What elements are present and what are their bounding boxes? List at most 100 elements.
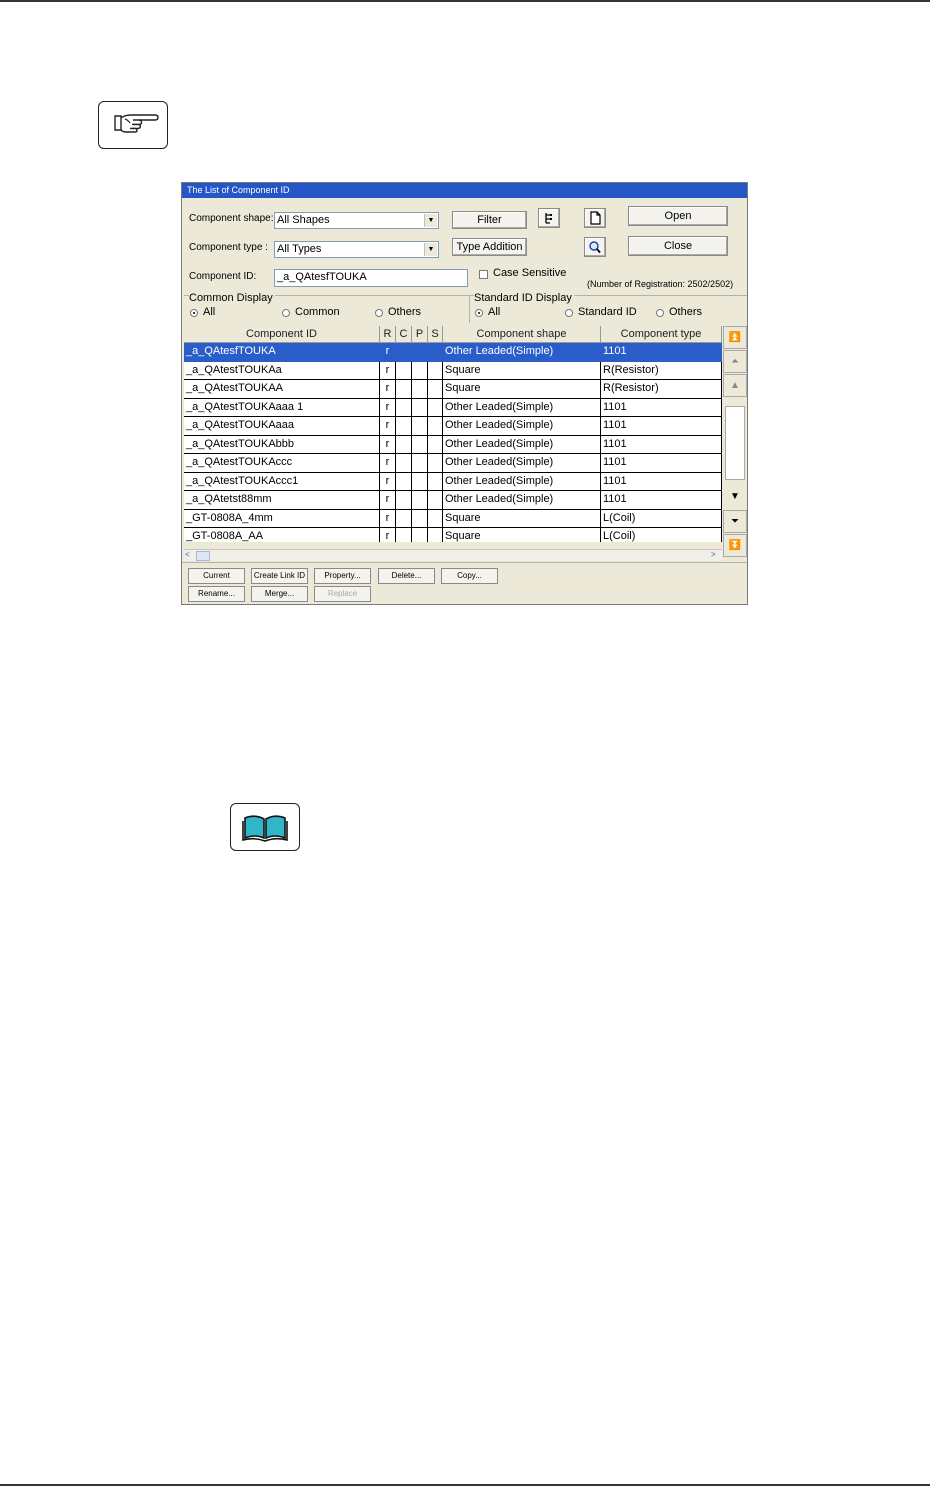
search-button[interactable] [584, 237, 606, 257]
new-button[interactable] [584, 208, 606, 228]
component-id-list-dialog: The List of Component ID Component shape… [181, 182, 748, 605]
component-shape-cell: Other Leaded(Simple) [443, 454, 601, 473]
p-cell [412, 528, 428, 542]
p-cell [412, 491, 428, 510]
component-type-cell: 1101 [601, 472, 722, 491]
component-shape-select[interactable]: All Shapes ▼ [274, 212, 439, 229]
c-cell [396, 398, 412, 417]
s-cell [428, 380, 443, 399]
table-row[interactable]: _a_QAtestTOUKAaaa r Other Leaded(Simple) 11… [184, 417, 722, 436]
table-row[interactable]: _GT-0808A_4mm r Square L(Coil) [184, 509, 722, 528]
create-link-id-button[interactable]: Create Link ID [251, 568, 308, 584]
standard-all-radio[interactable] [475, 309, 483, 317]
s-cell [428, 417, 443, 436]
component-type-label: Component type : [189, 242, 268, 253]
record-navigation: ⏫ ⏶ ▲ ▼ ⏷ ⏬ [723, 326, 747, 560]
new-document-icon [590, 211, 601, 225]
component-id-cell: _a_QAtestTOUKAccc [184, 454, 380, 473]
col-header-p[interactable]: P [412, 326, 428, 343]
standard-id-label: Standard ID [578, 306, 637, 318]
standard-others-radio[interactable] [656, 309, 664, 317]
dropdown-arrow-icon[interactable]: ▼ [424, 214, 437, 227]
s-cell [428, 509, 443, 528]
page-down-icon[interactable]: ⏷ [723, 510, 747, 533]
col-header-component-shape[interactable]: Component shape [443, 326, 601, 343]
col-header-r[interactable]: R [380, 326, 396, 343]
col-header-c[interactable]: C [396, 326, 412, 343]
standard-id-radio[interactable] [565, 309, 573, 317]
table-row[interactable]: _a_QAtestTOUKAaaa 1 r Other Leaded(Simple)… [184, 398, 722, 417]
open-button[interactable]: Open [628, 206, 728, 226]
filter-button[interactable]: Filter [452, 211, 527, 229]
current-button[interactable]: Current [188, 568, 245, 584]
book-icon [230, 803, 300, 851]
type-addition-button[interactable]: Type Addition [452, 238, 527, 256]
s-cell [428, 528, 443, 542]
tree-view-button[interactable] [538, 208, 560, 228]
scroll-right-icon[interactable]: > [711, 550, 721, 560]
common-all-radio[interactable] [190, 309, 198, 317]
c-cell [396, 528, 412, 542]
standard-all-label: All [488, 306, 501, 318]
component-id-input[interactable]: _a_QAtesfTOUKA [274, 269, 468, 287]
page-up-icon[interactable]: ⏶ [723, 350, 747, 373]
table-row[interactable]: _a_QAtetst88mm r Other Leaded(Simple) 1101 [184, 491, 722, 510]
component-id-cell: _a_QAtestTOUKAaaa [184, 417, 380, 436]
table-row[interactable]: _GT-0808A_AA r Square L(Coil) [184, 528, 722, 542]
p-cell [412, 398, 428, 417]
s-cell [428, 343, 443, 362]
r-cell: r [380, 454, 396, 473]
scroll-left-icon[interactable]: < [185, 550, 195, 560]
step-up-icon[interactable]: ▲ [723, 374, 747, 397]
table-row[interactable]: _a_QAtestTOUKAccc r Other Leaded(Simple) 11… [184, 454, 722, 473]
replace-button[interactable]: Replace [314, 586, 371, 602]
vertical-scroll-track[interactable] [725, 406, 745, 480]
component-id-cell: _a_QAtestTOUKAccc1 [184, 472, 380, 491]
component-id-cell: _a_QAtesfTOUKA [184, 343, 380, 362]
component-type-cell: 1101 [601, 417, 722, 436]
component-type-select[interactable]: All Types ▼ [274, 241, 439, 258]
horizontal-scroll-thumb[interactable] [196, 551, 210, 561]
component-type-value: All Types [277, 243, 322, 255]
component-shape-cell: Other Leaded(Simple) [443, 435, 601, 454]
s-cell [428, 472, 443, 491]
table-row[interactable]: _a_QAtestTOUKAA r Square R(Resistor) [184, 380, 722, 399]
common-display-title: Common Display [189, 292, 275, 304]
table-row[interactable]: _a_QAtesfTOUKA r Other Leaded(Simple) 1101 [184, 343, 722, 362]
horizontal-scrollbar[interactable]: < > [184, 549, 722, 561]
table-row[interactable]: _a_QAtestTOUKAbbb r Other Leaded(Simple) 11… [184, 435, 722, 454]
case-sensitive-checkbox[interactable] [479, 270, 488, 279]
copy-button[interactable]: Copy... [441, 568, 498, 584]
magnifier-icon [589, 241, 601, 254]
rename-button[interactable]: Rename... [188, 586, 245, 602]
open-label: Open [664, 210, 692, 222]
col-header-s[interactable]: S [428, 326, 443, 343]
component-type-cell: 1101 [601, 435, 722, 454]
component-type-cell: L(Coil) [601, 528, 722, 542]
r-cell: r [380, 472, 396, 491]
c-cell [396, 491, 412, 510]
step-down-icon[interactable]: ▼ [723, 486, 747, 509]
table-row[interactable]: _a_QAtestTOUKAa r Square R(Resistor) [184, 361, 722, 380]
r-cell: r [380, 361, 396, 380]
component-shape-cell: Square [443, 361, 601, 380]
c-cell [396, 472, 412, 491]
common-others-radio[interactable] [375, 309, 383, 317]
component-type-cell: 1101 [601, 454, 722, 473]
table-row[interactable]: _a_QAtestTOUKAccc1 r Other Leaded(Simple) 1… [184, 472, 722, 491]
registration-count: (Number of Registration: 2502/2502) [587, 279, 734, 289]
property-button[interactable]: Property... [314, 568, 371, 584]
col-header-component-id[interactable]: Component ID [184, 326, 380, 343]
delete-button[interactable]: Delete... [378, 568, 435, 584]
component-shape-label: Component shape: [189, 213, 274, 224]
col-header-component-type[interactable]: Component type [601, 326, 722, 343]
merge-button[interactable]: Merge... [251, 586, 308, 602]
close-button[interactable]: Close [628, 236, 728, 256]
dropdown-arrow-icon[interactable]: ▼ [424, 243, 437, 256]
common-common-radio[interactable] [282, 309, 290, 317]
s-cell [428, 435, 443, 454]
component-id-cell: _a_QAtestTOUKAA [184, 380, 380, 399]
jump-last-icon[interactable]: ⏬ [723, 534, 747, 557]
component-shape-value: All Shapes [277, 214, 330, 226]
jump-first-icon[interactable]: ⏫ [723, 326, 747, 349]
